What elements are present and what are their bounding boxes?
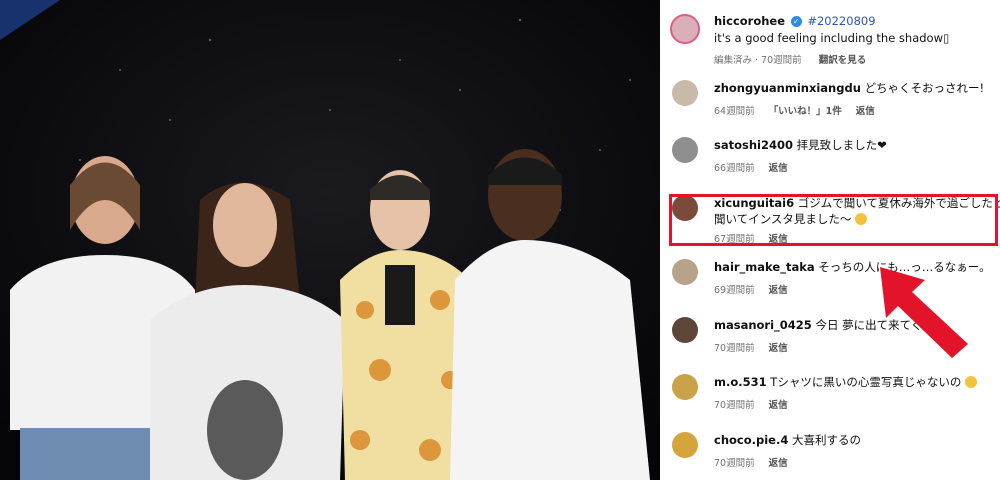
verified-badge-icon: ✓ bbox=[790, 16, 802, 27]
comment-meta: 66週間前 返信 bbox=[714, 160, 802, 174]
commenter-avatar[interactable] bbox=[672, 137, 698, 163]
likes-count[interactable]: 「いいね！」1件 bbox=[769, 106, 842, 117]
caption-text: it's a good feeling including the shadow… bbox=[714, 31, 950, 45]
edited-label: 編集済み · 70週間前 bbox=[714, 55, 802, 66]
comment-time: 70週間前 bbox=[714, 400, 755, 411]
reply-button[interactable]: 返信 bbox=[769, 285, 788, 296]
comment-meta: 64週間前 「いいね！」1件 返信 bbox=[714, 103, 889, 117]
highlight-box bbox=[669, 194, 998, 246]
hashtag-link[interactable]: #20220809 bbox=[807, 14, 875, 28]
emoji-icon bbox=[964, 376, 977, 388]
commenter-username[interactable]: hair_make_taka bbox=[714, 260, 815, 274]
commenter-avatar[interactable] bbox=[672, 374, 698, 400]
reply-button[interactable]: 返信 bbox=[856, 106, 875, 117]
reply-button[interactable]: 返信 bbox=[769, 458, 788, 469]
comment-meta: 69週間前 返信 bbox=[714, 282, 802, 296]
reply-button[interactable]: 返信 bbox=[769, 163, 788, 174]
comment-meta: 70週間前 返信 bbox=[714, 455, 802, 469]
comment-meta: 70週間前 返信 bbox=[714, 340, 802, 354]
caption-meta: 編集済み · 70週間前 翻訳を見る bbox=[714, 52, 880, 66]
commenter-username[interactable]: m.o.531 bbox=[714, 375, 767, 389]
comment-time: 70週間前 bbox=[714, 343, 755, 354]
reply-button[interactable]: 返信 bbox=[769, 400, 788, 411]
comment-time: 69週間前 bbox=[714, 285, 755, 296]
commenter-avatar[interactable] bbox=[672, 80, 698, 106]
commenter-avatar[interactable] bbox=[672, 259, 698, 285]
comment-time: 64週間前 bbox=[714, 106, 755, 117]
commenter-username[interactable]: zhongyuanminxiangdu bbox=[714, 81, 861, 95]
reply-button[interactable]: 返信 bbox=[769, 343, 788, 354]
comment-time: 70週間前 bbox=[714, 458, 755, 469]
commenter-username[interactable]: satoshi2400 bbox=[714, 138, 793, 152]
comment-text: Tシャツに黒いの心霊写真じゃないの bbox=[770, 375, 962, 389]
post-photo bbox=[0, 0, 660, 480]
commenter-avatar[interactable] bbox=[672, 432, 698, 458]
comment-time: 66週間前 bbox=[714, 163, 755, 174]
author-avatar[interactable] bbox=[670, 14, 700, 44]
red-arrow-icon bbox=[880, 267, 968, 358]
group-photo-illustration bbox=[0, 0, 660, 480]
translate-button[interactable]: 翻訳を見る bbox=[819, 55, 867, 66]
comment-text: 拝見致しました❤ bbox=[796, 138, 887, 152]
commenter-username[interactable]: masanori_0425 bbox=[714, 318, 812, 332]
commenter-avatar[interactable] bbox=[672, 317, 698, 343]
comment-text: どちゃくそおっされー! bbox=[864, 81, 985, 95]
comment-meta: 70週間前 返信 bbox=[714, 397, 802, 411]
author-username[interactable]: hiccorohee bbox=[714, 14, 785, 28]
comment-text: 大喜利するの bbox=[792, 433, 861, 447]
commenter-username[interactable]: choco.pie.4 bbox=[714, 433, 788, 447]
